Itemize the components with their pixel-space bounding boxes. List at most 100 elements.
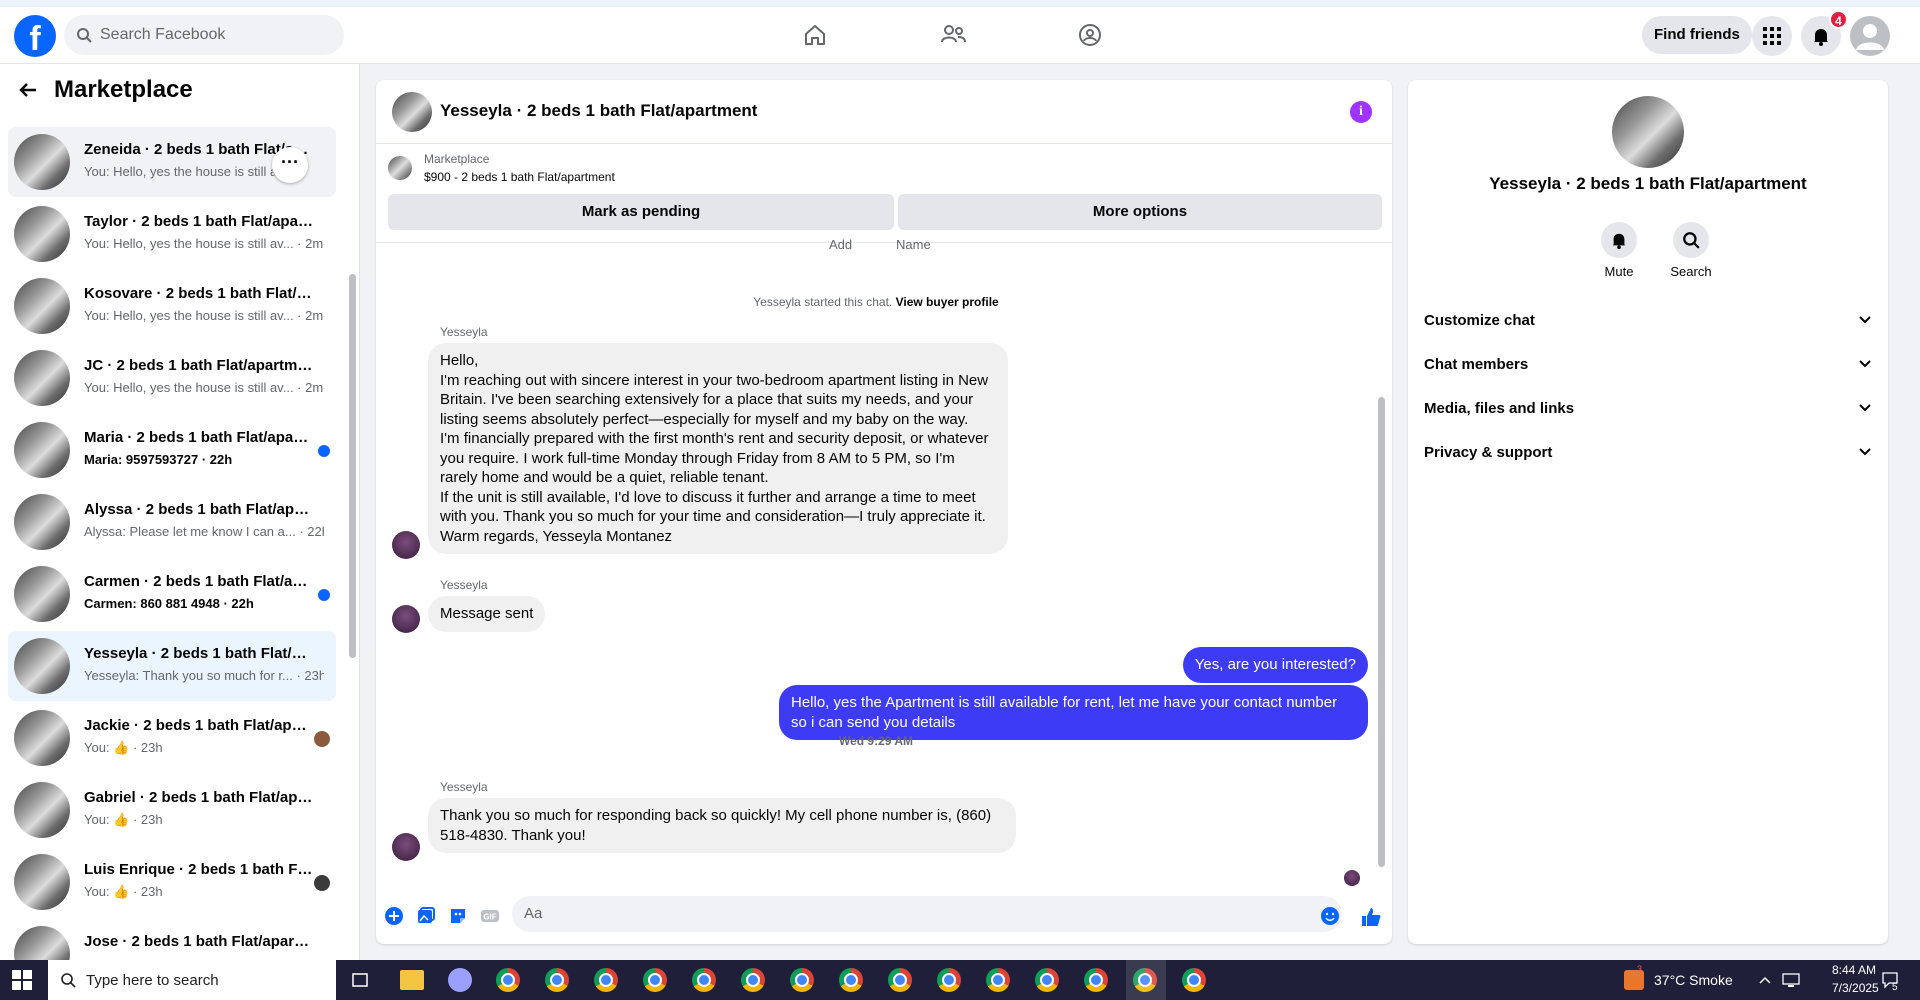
search-in-chat-button[interactable]: Search	[1661, 222, 1721, 279]
cut-off-label: Add	[829, 237, 853, 252]
chat-header: Yesseyla · 2 beds 1 bath Flat/apartment …	[376, 80, 1392, 144]
conversation-item-jose[interactable]: Jose · 2 beds 1 bath Flat/apartment	[8, 919, 336, 960]
conversation-name: Luis Enrique · 2 beds 1 bath Flat/apartm…	[84, 861, 314, 878]
chrome-icon[interactable]	[1035, 968, 1059, 992]
chrome-icon[interactable]	[888, 968, 912, 992]
chat-members-row[interactable]: Chat members	[1424, 346, 1872, 382]
conversation-preview: You: Hello, yes the house is still av...…	[84, 308, 324, 323]
windows-start-icon[interactable]	[12, 970, 32, 990]
friends-icon[interactable]	[933, 17, 973, 53]
unread-dot	[318, 445, 330, 457]
sender-avatar[interactable]	[392, 833, 420, 861]
weather-text[interactable]: 37°C Smoke	[1654, 972, 1733, 988]
sender-avatar[interactable]	[392, 531, 420, 559]
chevron-up-icon[interactable]	[1759, 975, 1771, 985]
conversation-preview: Yesseyla: Thank you so much for r... · 2…	[84, 668, 324, 683]
find-friends-button[interactable]: Find friends	[1642, 16, 1752, 54]
more-options-button[interactable]: More options	[898, 194, 1382, 230]
listing-thumbnail	[14, 638, 70, 694]
conversation-name: Jackie · 2 beds 1 bath Flat/apartment	[84, 717, 314, 734]
like-thumb-icon[interactable]	[1360, 906, 1382, 928]
messages-scrollbar[interactable]	[1376, 243, 1388, 883]
message-composer: GIF Aa	[376, 892, 1392, 940]
file-explorer-icon[interactable]	[400, 970, 424, 990]
sidebar-scrollbar[interactable]	[348, 116, 356, 956]
chrome-icon[interactable]	[790, 968, 814, 992]
conversation-name: Kosovare · 2 beds 1 bath Flat/apartment	[84, 285, 314, 302]
chrome-icon[interactable]	[937, 968, 961, 992]
app-icon[interactable]	[448, 968, 472, 992]
network-icon[interactable]	[1782, 972, 1800, 988]
listing-thumbnail	[14, 926, 70, 960]
chrome-icon[interactable]	[545, 968, 569, 992]
conversation-item-carmen[interactable]: Carmen · 2 beds 1 bath Flat/apartment Ca…	[8, 559, 336, 629]
conversation-item-jackie[interactable]: Jackie · 2 beds 1 bath Flat/apartment Yo…	[8, 703, 336, 773]
message-input[interactable]: Aa	[512, 896, 1342, 932]
conversation-item-maria[interactable]: Maria · 2 beds 1 bath Flat/apartment Mar…	[8, 415, 336, 485]
privacy-support-row[interactable]: Privacy & support	[1424, 434, 1872, 470]
conversation-name: Jose · 2 beds 1 bath Flat/apartment	[84, 933, 314, 950]
chrome-icon[interactable]	[692, 968, 716, 992]
listing-thumbnail	[14, 134, 70, 190]
conversation-preview: Maria: 9597593727 · 22h	[84, 452, 233, 467]
taskbar-search-input[interactable]: Type here to search	[48, 960, 336, 1000]
seen-avatar	[1344, 870, 1360, 886]
search-icon	[77, 28, 92, 43]
groups-icon[interactable]	[1070, 17, 1110, 53]
chevron-down-icon	[1859, 360, 1871, 368]
listing-thumbnail	[14, 710, 70, 766]
task-view-icon[interactable]	[350, 970, 370, 990]
clock-time[interactable]: 8:44 AM	[1832, 963, 1876, 977]
chrome-icon[interactable]	[594, 968, 618, 992]
clock-date[interactable]: 7/3/2025	[1832, 981, 1879, 995]
sticker-icon[interactable]	[448, 906, 468, 926]
chrome-icon[interactable]	[741, 968, 765, 992]
unread-dot	[318, 589, 330, 601]
chrome-icon[interactable]	[986, 968, 1010, 992]
search-facebook-input[interactable]: Search Facebook	[64, 15, 344, 55]
chrome-icon[interactable]	[1182, 968, 1206, 992]
media-files-links-row[interactable]: Media, files and links	[1424, 390, 1872, 426]
more-options-icon[interactable]: ···	[272, 147, 308, 183]
chrome-icon[interactable]	[496, 968, 520, 992]
account-avatar[interactable]	[1850, 16, 1890, 56]
chat-avatar[interactable]	[392, 92, 432, 132]
mute-button[interactable]: Mute	[1589, 222, 1649, 279]
conversation-item-taylor[interactable]: Taylor · 2 beds 1 bath Flat/apartment Yo…	[8, 199, 336, 269]
action-center-count: 5	[1892, 982, 1898, 993]
chrome-icon[interactable]	[839, 968, 863, 992]
facebook-logo[interactable]: f	[14, 15, 56, 57]
chat-details-panel: Yesseyla · 2 beds 1 bath Flat/apartment …	[1408, 80, 1888, 944]
conversation-name: Taylor · 2 beds 1 bath Flat/apartment	[84, 213, 314, 230]
listing-avatar[interactable]	[1612, 96, 1684, 168]
conversation-preview: You: 👍 · 23h	[84, 884, 163, 899]
conversation-item-zeneida[interactable]: Zeneida · 2 beds 1 bath Flat/apartment Y…	[8, 127, 336, 197]
date-separator: Wed 9:29 AM	[838, 734, 913, 748]
chrome-icon[interactable]	[643, 968, 667, 992]
info-icon[interactable]: i	[1350, 101, 1372, 123]
conversation-item-yesseyla[interactable]: Yesseyla · 2 beds 1 bath Flat/apartment …	[8, 631, 336, 701]
back-arrow-icon[interactable]	[18, 80, 38, 100]
incoming-message: Hello, I'm reaching out with sincere int…	[428, 343, 1008, 554]
chrome-icon[interactable]	[1084, 968, 1108, 992]
sidebar-title: Marketplace	[54, 76, 193, 103]
menu-grid-icon[interactable]	[1752, 16, 1792, 56]
active-app-highlight	[1126, 960, 1166, 1000]
conversation-item-gabriel[interactable]: Gabriel · 2 beds 1 bath Flat/apartment Y…	[8, 775, 336, 845]
customize-chat-row[interactable]: Customize chat	[1424, 302, 1872, 338]
home-icon[interactable]	[795, 17, 835, 53]
gif-icon[interactable]: GIF	[480, 906, 500, 926]
mark-as-pending-button[interactable]: Mark as pending	[388, 194, 894, 230]
view-buyer-profile-link[interactable]: View buyer profile	[896, 295, 999, 309]
message-list: Add Name Yesseyla started this chat. Vie…	[376, 237, 1392, 938]
conversation-item-alyssa[interactable]: Alyssa · 2 beds 1 bath Flat/apartment Al…	[8, 487, 336, 557]
conversation-item-jc[interactable]: JC · 2 beds 1 bath Flat/apartment You: H…	[8, 343, 336, 413]
emoji-icon[interactable]	[1320, 906, 1340, 926]
plus-circle-icon[interactable]	[384, 906, 404, 926]
bell-icon	[1612, 233, 1626, 249]
conversation-item-luis-enrique[interactable]: Luis Enrique · 2 beds 1 bath Flat/apartm…	[8, 847, 336, 917]
photo-icon[interactable]	[416, 906, 436, 926]
conversation-item-kosovare[interactable]: Kosovare · 2 beds 1 bath Flat/apartment …	[8, 271, 336, 341]
chat-title[interactable]: Yesseyla · 2 beds 1 bath Flat/apartment	[440, 101, 757, 121]
sender-avatar[interactable]	[392, 605, 420, 633]
